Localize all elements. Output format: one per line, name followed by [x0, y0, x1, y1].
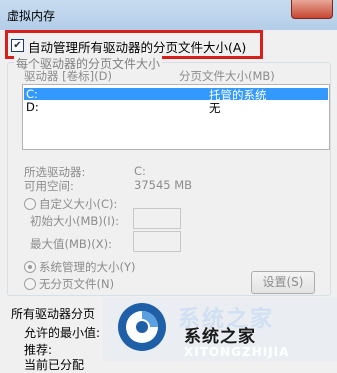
- initial-size-input[interactable]: [133, 208, 181, 229]
- drive-c-name[interactable]: C:: [26, 87, 38, 101]
- no-paging-radio[interactable]: [24, 278, 36, 290]
- selected-drive-value: C:: [134, 164, 146, 178]
- title-bar: 虚拟内存: [0, 0, 337, 31]
- column-header-size: 分页文件大小(MB): [179, 69, 275, 83]
- current-allocated-label: 当前已分配: [24, 358, 85, 372]
- max-size-input[interactable]: [133, 231, 181, 252]
- set-button[interactable]: 设置(S): [251, 271, 315, 294]
- drive-d-name[interactable]: D:: [26, 100, 39, 114]
- watermark-text-sub: XITONGZHIJIA: [184, 345, 290, 359]
- selected-row-highlight: [24, 88, 328, 100]
- system-managed-label: 系统管理的大小(Y): [39, 260, 136, 274]
- totals-title: 所有驱动器分页: [11, 307, 96, 321]
- column-header-drive: 驱动器 [卷标](D): [24, 69, 112, 83]
- custom-size-radio[interactable]: [24, 198, 36, 210]
- system-managed-radio[interactable]: [24, 261, 36, 273]
- drive-d-size[interactable]: 无: [209, 100, 221, 116]
- max-size-label: 最大值(MB)(X):: [30, 237, 113, 251]
- window-title: 虚拟内存: [7, 9, 56, 23]
- auto-manage-checkbox[interactable]: ✔: [11, 39, 24, 52]
- watermark-text-main: 系统之家: [184, 327, 256, 347]
- watermark-logo-icon: [118, 303, 166, 351]
- auto-manage-label: 自动管理所有驱动器的分页文件大小(A): [28, 40, 247, 55]
- free-space-value: 37545 MB: [134, 178, 193, 192]
- min-allowed-label: 允许的最小值:: [24, 326, 101, 340]
- close-button[interactable]: [291, 0, 333, 19]
- site-watermark: 系统之家 系统之家 XITONGZHIJIA: [103, 297, 337, 361]
- initial-size-label: 初始大小(MB)(I):: [30, 214, 120, 228]
- custom-size-label: 自定义大小(C):: [39, 197, 118, 211]
- no-paging-label: 无分页文件(N): [39, 277, 115, 291]
- free-space-label: 可用空间:: [24, 179, 74, 193]
- drive-list[interactable]: C: 托管的系统 D: 无: [22, 84, 330, 150]
